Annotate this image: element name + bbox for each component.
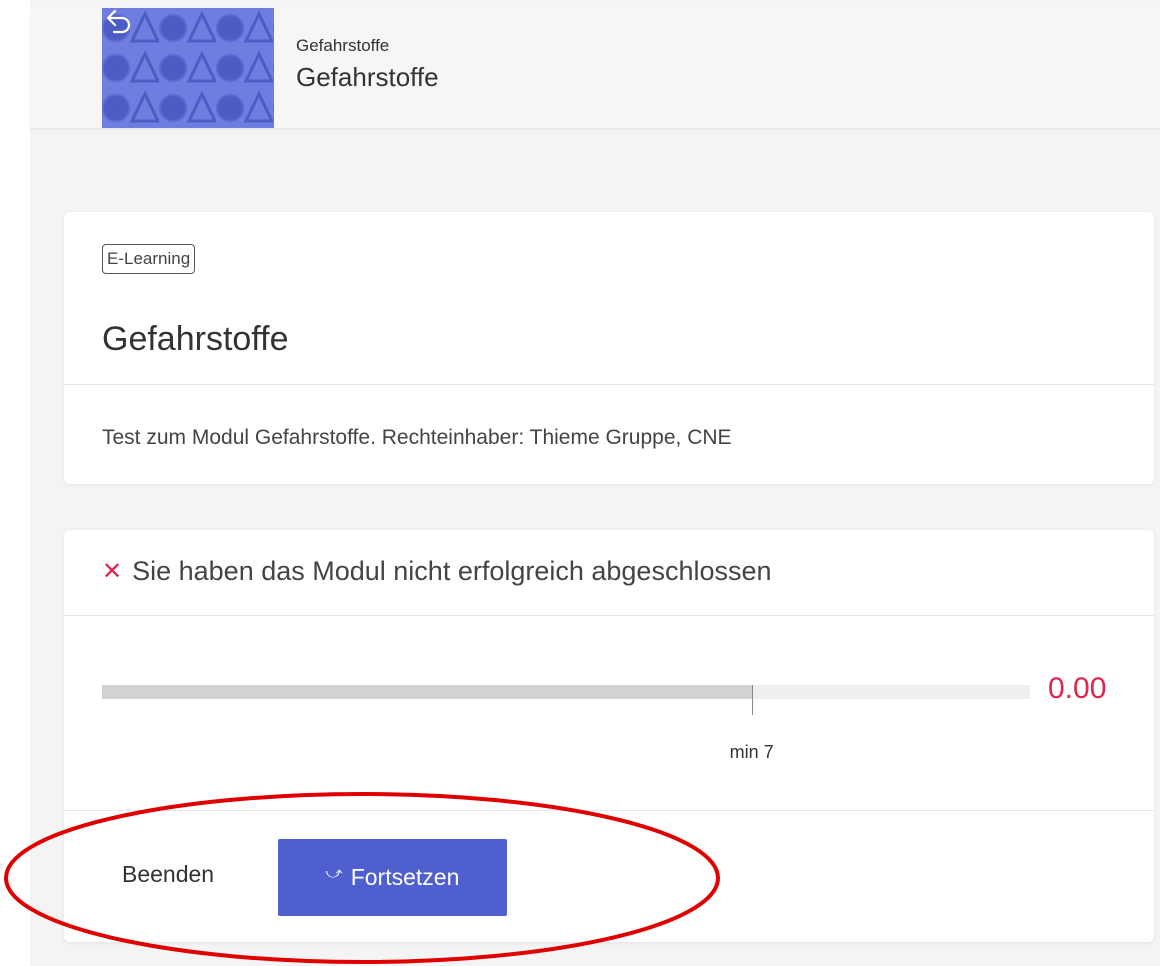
back-arrow-icon[interactable]	[102, 8, 134, 36]
result-card: ✕ Sie haben das Modul nicht erfolgreich …	[64, 530, 1154, 942]
score-value: 0.00	[1048, 672, 1107, 705]
header-text: Gefahrstoffe Gefahrstoffe	[296, 36, 439, 93]
header: Gefahrstoffe Gefahrstoffe	[30, 8, 1160, 129]
divider	[64, 384, 1154, 385]
divider	[64, 810, 1154, 811]
continue-button[interactable]: ⤻ Fortsetzen	[278, 839, 507, 916]
course-type-badge: E-Learning	[102, 244, 196, 274]
minimum-score-marker	[751, 685, 753, 715]
header-title: Gefahrstoffe	[296, 62, 439, 92]
header-subtitle: Gefahrstoffe	[296, 36, 390, 55]
minimum-score-label: min 7	[729, 742, 774, 762]
resume-icon: ⤻	[325, 864, 343, 882]
continue-button-label: Fortsetzen	[350, 864, 460, 890]
result-status: ✕ Sie haben das Modul nicht erfolgreich …	[102, 556, 772, 587]
divider	[64, 615, 1154, 616]
course-title: Gefahrstoffe	[102, 320, 289, 358]
course-thumbnail-back-button[interactable]	[102, 8, 274, 128]
result-status-text: Sie haben das Modul nicht erfolgreich ab…	[132, 556, 772, 586]
score-progress-fill	[102, 685, 752, 699]
course-description: Test zum Modul Gefahrstoffe. Rechteinhab…	[102, 426, 732, 449]
course-info-card: E-Learning Gefahrstoffe Test zum Modul G…	[64, 212, 1154, 484]
end-button[interactable]: Beenden	[114, 855, 222, 894]
x-icon: ✕	[102, 558, 123, 585]
score-progress-bar	[102, 685, 1030, 715]
